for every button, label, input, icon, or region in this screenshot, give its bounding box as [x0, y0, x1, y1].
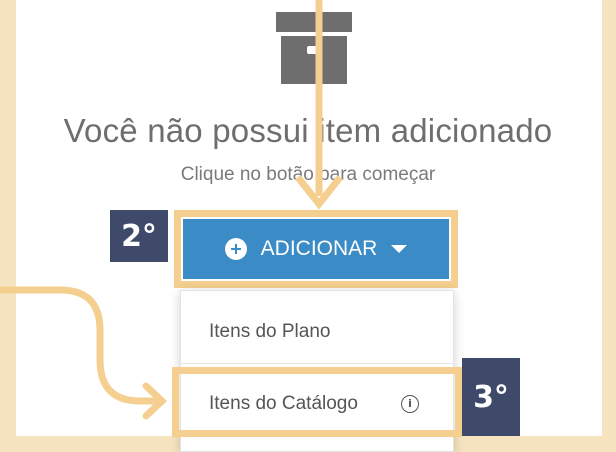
- arrow-curved-to-catalog: [0, 286, 168, 420]
- arrow-down-to-button: [295, 0, 343, 210]
- annotation-arrows: [0, 0, 343, 420]
